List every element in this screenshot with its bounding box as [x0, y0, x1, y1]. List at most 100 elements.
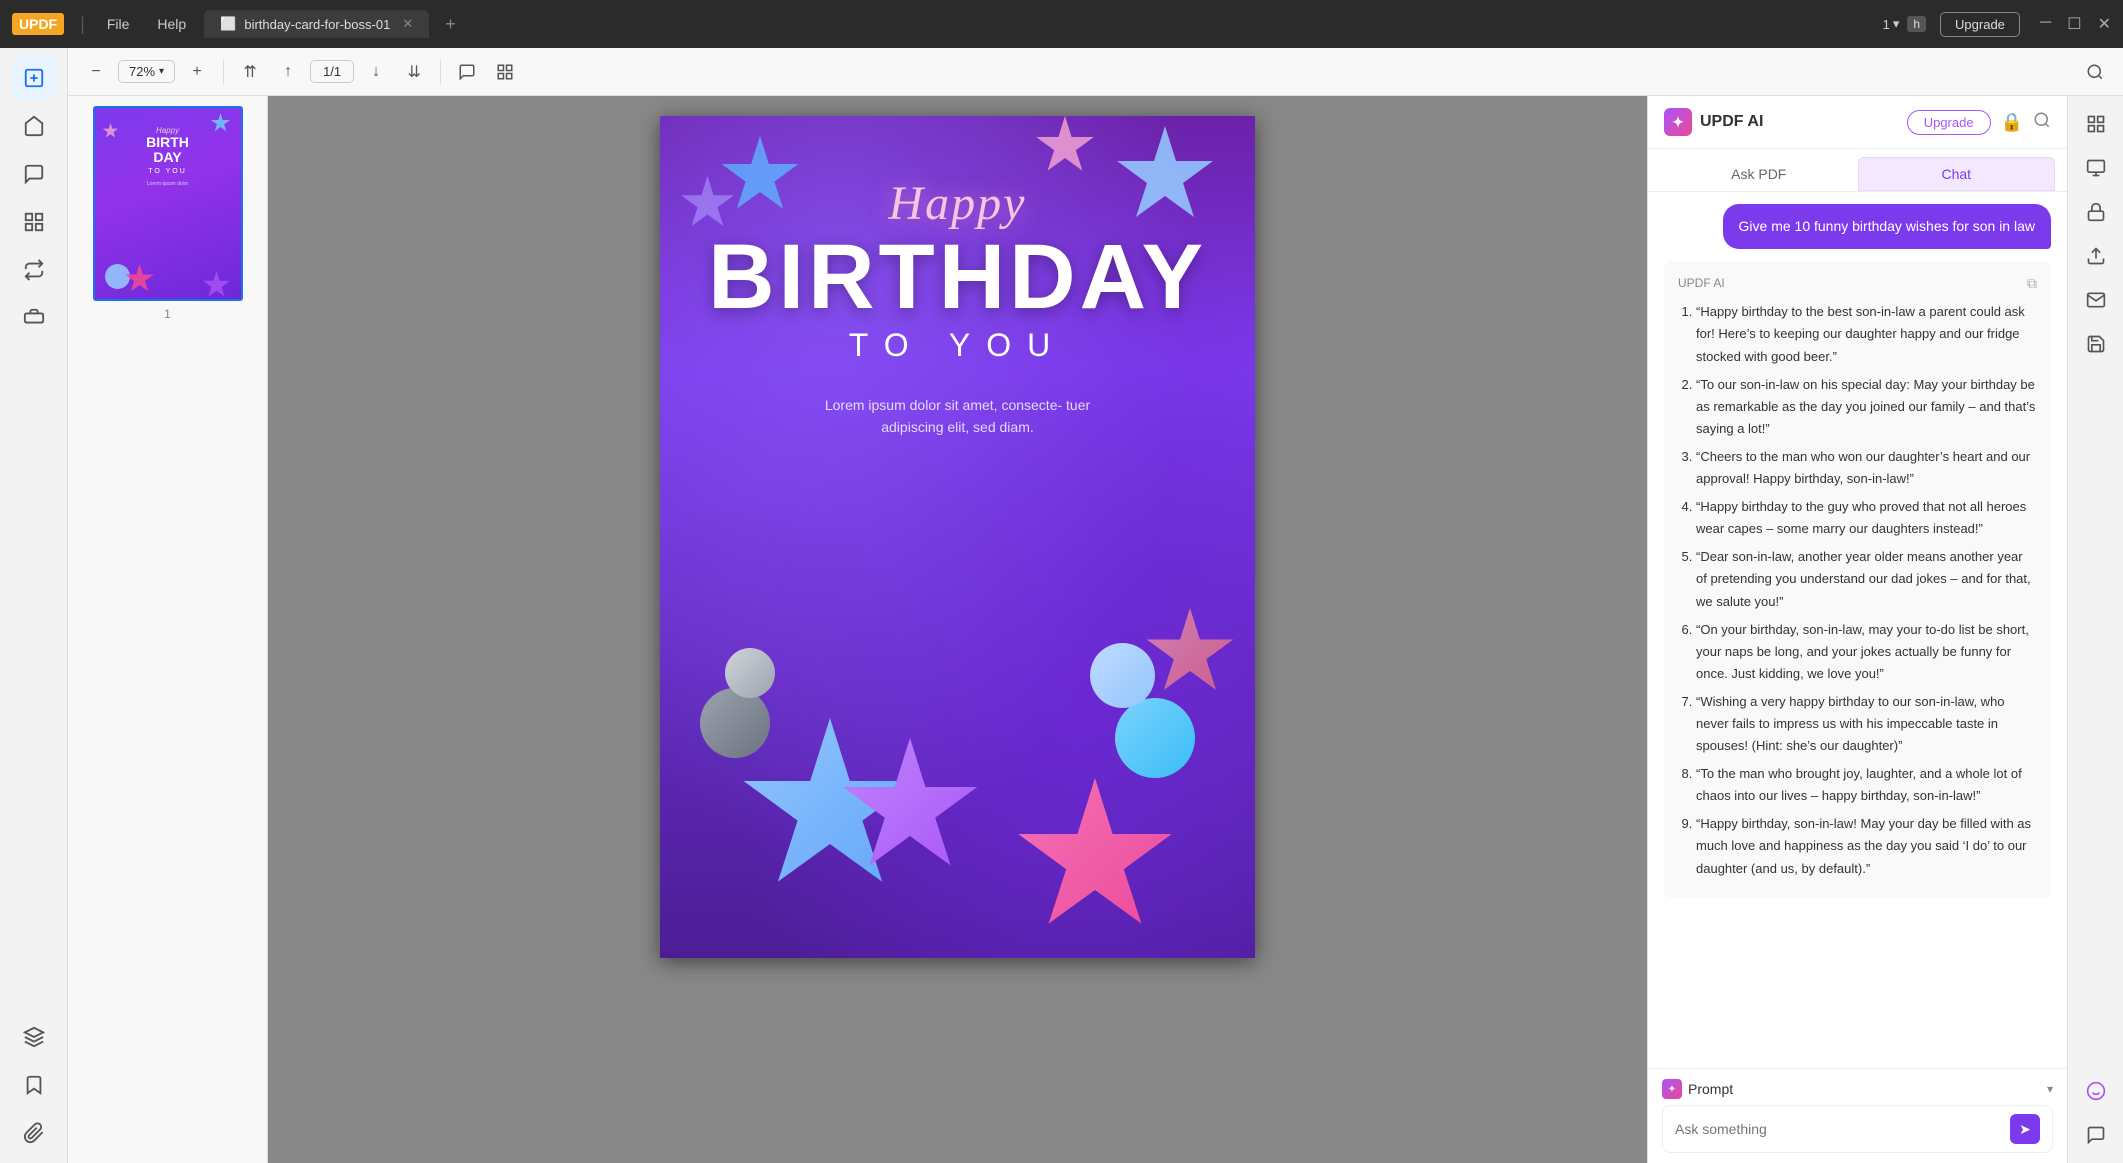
sidebar-icon-organize[interactable]	[12, 200, 56, 244]
ai-upgrade-button[interactable]: Upgrade	[1907, 110, 1991, 135]
pdf-page: Happy BIRTHDAY TO YOU Lorem ipsum dolor …	[660, 116, 1255, 958]
titlebar-divider: |	[80, 14, 85, 35]
ai-input-area: ✦ Prompt ▾ ➤	[1648, 1068, 2067, 1163]
upgrade-button[interactable]: Upgrade	[1940, 12, 2020, 37]
scroll-top-button[interactable]: ⇈	[234, 56, 266, 88]
list-item: “Wishing a very happy birthday to our so…	[1696, 691, 2037, 757]
thumb-lorem: Lorem ipsum dolor	[147, 181, 188, 187]
right-icon-view[interactable]	[2076, 148, 2116, 188]
close-icon[interactable]: ✕	[2098, 14, 2111, 34]
ai-input-wrapper: ➤	[1662, 1105, 2053, 1153]
ai-prompt-icon: ✦	[1662, 1079, 1682, 1099]
pdf-happy-text: Happy	[889, 176, 1027, 231]
zoom-value: 72%	[129, 64, 155, 79]
ai-panel-header: ✦ UPDF AI Upgrade 🔒	[1648, 96, 2067, 149]
view-toggle-button[interactable]	[489, 56, 521, 88]
sidebar-icon-layers[interactable]	[12, 1015, 56, 1059]
ai-search-button[interactable]	[2033, 111, 2051, 134]
pdf-toyou-text: TO YOU	[849, 327, 1067, 364]
sidebar-icon-convert[interactable]	[12, 248, 56, 292]
ai-lock-button[interactable]: 🔒	[2001, 112, 2023, 133]
ai-prompt-chevron[interactable]: ▾	[2047, 1082, 2053, 1096]
list-item: “Happy birthday to the guy who proved th…	[1696, 496, 2037, 540]
right-icon-lock[interactable]	[2076, 192, 2116, 232]
help-badge: h	[1907, 16, 1926, 32]
zoom-chevron: ▾	[159, 66, 164, 77]
right-icon-ai[interactable]	[2076, 1071, 2116, 1111]
comment-toolbar-button[interactable]	[451, 56, 483, 88]
zoom-in-button[interactable]: +	[181, 56, 213, 88]
titlebar: UPDF | File Help ⬜ birthday-card-for-bos…	[0, 0, 2123, 48]
right-icon-mail[interactable]	[2076, 280, 2116, 320]
pdf-lorem-text: Lorem ipsum dolor sit amet, consecte- tu…	[818, 394, 1098, 439]
maximize-icon[interactable]: ☐	[2067, 14, 2081, 34]
sidebar-icon-stamp[interactable]	[12, 296, 56, 340]
document-tab[interactable]: ⬜ birthday-card-for-boss-01 ✕	[204, 10, 429, 38]
pdf-viewer[interactable]: Happy BIRTHDAY TO YOU Lorem ipsum dolor …	[268, 96, 1647, 1163]
right-icon-export[interactable]	[2076, 236, 2116, 276]
content-row: Happy BIRTHDAY TO YOU Lorem ipsum dolor …	[68, 96, 2123, 1163]
main-area: − 72% ▾ + ⇈ ↑ 1 / 1 ↓ ⇊	[0, 48, 2123, 1163]
right-icon-scan[interactable]	[2076, 104, 2116, 144]
list-item: “Happy birthday, son-in-law! May your da…	[1696, 813, 2037, 879]
app-logo: UPDF	[12, 13, 64, 35]
ai-prompt-label: ✦ Prompt	[1662, 1079, 1733, 1099]
sidebar-icon-bookmark[interactable]	[12, 1063, 56, 1107]
tab-doc-icon: ⬜	[220, 16, 236, 32]
pdf-content: Happy BIRTHDAY TO YOU Lorem ipsum dolor …	[660, 116, 1255, 439]
toolbar-separator-1	[223, 60, 224, 84]
right-icon-chat[interactable]	[2076, 1115, 2116, 1155]
tab-close-icon[interactable]: ✕	[402, 16, 413, 32]
ai-prompt-header: ✦ Prompt ▾	[1662, 1079, 2053, 1099]
page-down-button[interactable]: ↓	[360, 56, 392, 88]
ai-response-block: UPDF AI ⧉ “Happy birthday to the best so…	[1664, 261, 2051, 898]
right-icon-save[interactable]	[2076, 324, 2116, 364]
thumb-birthday-text: BIRTHDAY	[146, 135, 189, 166]
sidebar-icon-edit[interactable]	[12, 56, 56, 100]
user-message-bubble: Give me 10 funny birthday wishes for son…	[1723, 204, 2051, 249]
page-number-display: 1 ▾	[1883, 16, 1900, 32]
ai-logo: ✦ UPDF AI	[1664, 108, 1763, 136]
page-thumbnail[interactable]: Happy BIRTHDAY TO YOU Lorem ipsum dolor	[93, 106, 243, 301]
thumbnail-wrapper: Happy BIRTHDAY TO YOU Lorem ipsum dolor …	[93, 106, 243, 321]
zoom-display[interactable]: 72% ▾	[118, 60, 175, 83]
ai-panel-title: UPDF AI	[1700, 113, 1763, 131]
list-item: “Cheers to the man who won our daughter’…	[1696, 446, 2037, 490]
window-controls: ─ ☐ ✕	[2040, 14, 2111, 34]
menu-help[interactable]: Help	[147, 12, 196, 36]
ai-logo-icon: ✦	[1664, 108, 1692, 136]
ai-copy-button[interactable]: ⧉	[2027, 275, 2037, 292]
toolbar-separator-2	[440, 60, 441, 84]
ai-response-label: UPDF AI	[1678, 273, 1725, 293]
minimize-icon[interactable]: ─	[2040, 14, 2051, 34]
page-number-label: 1	[164, 307, 171, 321]
ai-header-right: Upgrade 🔒	[1907, 110, 2051, 135]
ai-prompt-text: Prompt	[1688, 1081, 1733, 1097]
scroll-bottom-button[interactable]: ⇊	[398, 56, 430, 88]
search-toolbar-button[interactable]	[2079, 56, 2111, 88]
list-item: “To the man who brought joy, laughter, a…	[1696, 763, 2037, 807]
zoom-out-button[interactable]: −	[80, 56, 112, 88]
tab-chat[interactable]: Chat	[1858, 157, 2056, 191]
list-item: “To our son-in-law on his special day: M…	[1696, 374, 2037, 440]
sidebar-icon-comment[interactable]	[12, 152, 56, 196]
pdf-birthday-text: BIRTHDAY	[708, 231, 1207, 323]
page-total: 1	[334, 64, 341, 79]
thumb-toyou-text: TO YOU	[148, 168, 187, 175]
ai-send-button[interactable]: ➤	[2010, 1114, 2040, 1144]
menu-file[interactable]: File	[97, 12, 140, 36]
sidebar-icon-reader[interactable]	[12, 104, 56, 148]
new-tab-button[interactable]: +	[437, 10, 464, 39]
list-item: “On your birthday, son-in-law, may your …	[1696, 619, 2037, 685]
ai-chat-input[interactable]	[1675, 1121, 2010, 1137]
toolbar: − 72% ▾ + ⇈ ↑ 1 / 1 ↓ ⇊	[68, 48, 2123, 96]
sidebar-icon-attachment[interactable]	[12, 1111, 56, 1155]
page-up-button[interactable]: ↑	[272, 56, 304, 88]
ai-response-list: “Happy birthday to the best son-in-law a…	[1678, 301, 2037, 879]
right-sidebar	[2067, 96, 2123, 1163]
ai-tabs: Ask PDF Chat	[1648, 149, 2067, 192]
tab-ask-pdf[interactable]: Ask PDF	[1660, 157, 1858, 191]
ai-messages[interactable]: Give me 10 funny birthday wishes for son…	[1648, 192, 2067, 1068]
left-sidebar	[0, 48, 68, 1163]
ai-response-header: UPDF AI ⧉	[1678, 273, 2037, 293]
